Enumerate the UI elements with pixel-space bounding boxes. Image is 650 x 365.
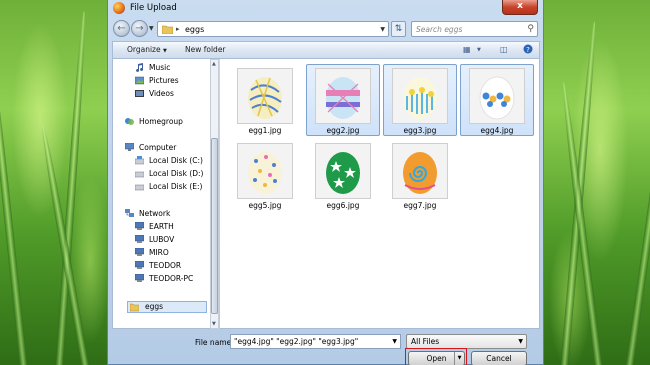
view-options-icon[interactable]: ▦ (463, 45, 471, 54)
pc-icon (135, 261, 144, 269)
window-title: File Upload (130, 3, 177, 13)
address-path[interactable]: eggs (185, 25, 204, 34)
easter-egg-image (403, 152, 437, 194)
organize-label: Organize (127, 45, 161, 54)
open-label: Open (426, 354, 447, 363)
file-item-egg1[interactable]: egg1.jpg (228, 64, 302, 136)
file-item-egg6[interactable]: egg6.jpg (306, 139, 380, 211)
chevron-down-icon[interactable]: ▼ (392, 338, 397, 345)
breadcrumb-separator-icon: ▸ (176, 25, 180, 33)
navigation-bar: ← → ▼ ▸ eggs ▼ ⇅ Search eggs ⚲ (108, 18, 543, 40)
forward-arrow-icon[interactable]: → (131, 20, 148, 37)
svg-text:?: ? (526, 46, 530, 54)
scroll-down-icon[interactable]: ▼ (212, 321, 216, 327)
help-icon[interactable]: ? (523, 44, 533, 56)
open-button[interactable]: Open ▼ (408, 351, 465, 365)
scrollbar-thumb[interactable] (211, 138, 218, 314)
file-thumbnail (392, 143, 448, 199)
preview-pane-icon[interactable]: ◫ (500, 45, 508, 54)
pictures-icon (135, 76, 144, 85)
easter-egg-image (248, 77, 282, 119)
command-toolbar: Organize ▼ New folder ▦ ▼ ◫ ? (112, 41, 540, 59)
file-name: egg7.jpg (403, 201, 437, 210)
drive-icon (135, 156, 144, 165)
navigation-pane: Music Pictures Videos Homegroup Computer… (112, 59, 210, 329)
refresh-button[interactable]: ⇅ (391, 21, 406, 37)
file-name: egg1.jpg (248, 126, 282, 135)
file-name: egg2.jpg (326, 126, 360, 135)
dialog-footer: File name: "egg4.jpg" "egg2.jpg" "egg3.j… (108, 330, 543, 365)
file-thumbnail (392, 68, 448, 124)
view-dropdown-icon[interactable]: ▼ (477, 47, 481, 53)
title-bar: File Upload x (108, 0, 543, 17)
easter-egg-image (248, 152, 282, 194)
music-icon (136, 63, 144, 72)
file-item-egg5[interactable]: egg5.jpg (228, 139, 302, 211)
network-icon (125, 209, 134, 217)
file-thumbnail (469, 68, 525, 124)
file-upload-dialog: File Upload x ← → ▼ ▸ eggs ▼ ⇅ Search eg… (107, 0, 544, 365)
computer-icon (125, 143, 134, 151)
pc-icon (135, 274, 144, 282)
address-dropdown-icon[interactable]: ▼ (380, 26, 385, 33)
videos-icon (135, 90, 144, 97)
file-item-egg4[interactable]: egg4.jpg (460, 64, 534, 136)
new-folder-button[interactable]: New folder (185, 45, 226, 54)
drive-icon (135, 184, 144, 191)
folder-icon (130, 303, 139, 312)
file-type-select[interactable]: All Files ▼ (406, 334, 527, 349)
navigation-scrollbar[interactable]: ▲ ▼ (210, 59, 219, 329)
pc-icon (135, 222, 144, 230)
filename-value: "egg4.jpg" "egg2.jpg" "egg3.jpg" (234, 337, 359, 346)
address-bar[interactable]: ▸ eggs ▼ (157, 21, 389, 37)
close-button[interactable]: x (502, 0, 538, 15)
file-item-egg7[interactable]: egg7.jpg (383, 139, 457, 211)
file-type-value: All Files (411, 337, 440, 346)
search-icon[interactable]: ⚲ (527, 24, 534, 34)
file-name: egg3.jpg (403, 126, 437, 135)
file-thumbnail (315, 143, 371, 199)
file-thumbnail (237, 68, 293, 124)
file-thumbnail (237, 143, 293, 199)
file-name: egg6.jpg (326, 201, 360, 210)
search-placeholder: Search eggs (416, 25, 463, 34)
folder-icon (162, 25, 173, 34)
file-list: egg1.jpg egg2.jpg egg3.jpg egg4.jpg egg5… (220, 59, 540, 329)
filename-label: File name: (195, 338, 234, 347)
easter-egg-image (479, 76, 515, 120)
search-input[interactable]: Search eggs ⚲ (411, 21, 538, 37)
easter-egg-image (326, 152, 360, 194)
easter-egg-image (326, 77, 360, 119)
pc-icon (135, 248, 144, 256)
back-arrow-icon[interactable]: ← (113, 20, 130, 37)
cancel-button[interactable]: Cancel (471, 351, 527, 365)
pc-icon (135, 235, 144, 243)
filename-input[interactable]: "egg4.jpg" "egg2.jpg" "egg3.jpg" ▼ (230, 334, 401, 349)
chevron-down-icon: ▼ (163, 48, 167, 54)
sidebar-item-eggs[interactable]: eggs (127, 301, 207, 313)
file-name: egg5.jpg (248, 201, 282, 210)
drive-icon (135, 171, 144, 178)
recent-pages-dropdown[interactable]: ▼ (149, 25, 154, 32)
easter-egg-image (403, 77, 437, 119)
file-thumbnail (315, 68, 371, 124)
organize-menu[interactable]: Organize ▼ (127, 45, 167, 54)
chevron-down-icon: ▼ (518, 338, 523, 345)
homegroup-icon (125, 118, 134, 125)
scroll-up-icon[interactable]: ▲ (212, 61, 216, 67)
file-name: egg4.jpg (480, 126, 514, 135)
file-item-egg2[interactable]: egg2.jpg (306, 64, 380, 136)
file-item-egg3[interactable]: egg3.jpg (383, 64, 457, 136)
firefox-icon (113, 2, 125, 14)
open-options-icon[interactable]: ▼ (454, 352, 464, 365)
